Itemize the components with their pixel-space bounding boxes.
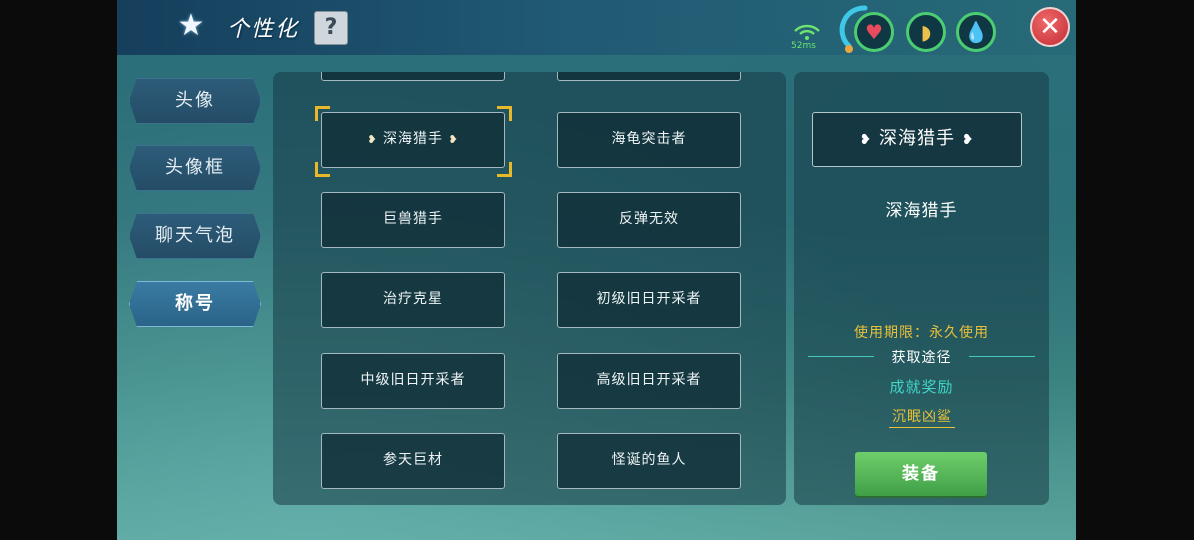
wing-right-icon: ❥ <box>961 132 975 148</box>
heart-icon[interactable]: ♥ <box>854 12 894 52</box>
game-screen: ★ 个性化 ? 52ms ♥ ◗ 💧 ✕ 头像 头像框 聊天气泡 称号 ❥ 深海… <box>117 0 1076 540</box>
title-name: 深海猎手 <box>885 201 958 221</box>
wing-left-icon: ❥ <box>367 133 378 146</box>
title-preview-label: 深海猎手 <box>879 128 955 149</box>
right-letterbox <box>1076 0 1194 540</box>
tab-title[interactable]: 称号 <box>129 281 261 327</box>
source-label: 获取途径 <box>891 350 952 366</box>
title-item[interactable]: 治疗克星 <box>321 272 505 328</box>
wing-right-icon: ❥ <box>448 133 459 146</box>
title-item-label: 深海猎手 <box>383 131 443 147</box>
title-item[interactable]: 海龟突击者 <box>557 112 741 168</box>
title-item-partial[interactable] <box>557 72 741 81</box>
food-icon[interactable]: ◗ <box>906 12 946 52</box>
star-icon: ★ <box>177 7 205 43</box>
title-item[interactable]: 参天巨材 <box>321 433 505 489</box>
page-title: 个性化 <box>227 17 300 42</box>
help-button[interactable]: ? <box>314 11 348 45</box>
selection-corner <box>315 162 330 177</box>
ping-readout: 52ms <box>791 41 816 51</box>
title-item[interactable]: 中级旧日开采者 <box>321 353 505 409</box>
wifi-icon <box>794 24 820 40</box>
title-item[interactable]: 初级旧日开采者 <box>557 272 741 328</box>
close-button[interactable]: ✕ <box>1030 7 1070 47</box>
title-item-partial[interactable] <box>321 72 505 81</box>
tab-chat-bubble[interactable]: 聊天气泡 <box>129 213 261 259</box>
title-item[interactable]: 怪诞的鱼人 <box>557 433 741 489</box>
selection-corner <box>497 162 512 177</box>
divider-right <box>969 356 1035 357</box>
title-item[interactable]: 反弹无效 <box>557 192 741 248</box>
title-list-panel[interactable]: ❥ 深海猎手 ❥ 海龟突击者 巨兽猎手 反弹无效 治疗克星 初级旧日开采者 中级… <box>273 72 786 505</box>
title-item-selected[interactable]: ❥ 深海猎手 ❥ <box>321 112 505 168</box>
wing-left-icon: ❥ <box>859 132 873 148</box>
title-preview: ❥ 深海猎手 ❥ <box>812 112 1022 167</box>
source-type: 成就奖励 <box>889 378 954 396</box>
source-link[interactable]: 沉眠凶鲨 <box>889 406 955 428</box>
left-letterbox <box>0 0 117 540</box>
tab-avatar-frame[interactable]: 头像框 <box>129 145 261 191</box>
selection-corner <box>497 106 512 121</box>
title-item[interactable]: 高级旧日开采者 <box>557 353 741 409</box>
tab-avatar[interactable]: 头像 <box>129 78 261 124</box>
selection-corner <box>315 106 330 121</box>
water-drop-icon[interactable]: 💧 <box>956 12 996 52</box>
equip-button[interactable]: 装备 <box>855 452 987 496</box>
title-item[interactable]: 巨兽猎手 <box>321 192 505 248</box>
header-bar: ★ 个性化 ? 52ms ♥ ◗ 💧 ✕ <box>117 0 1076 55</box>
title-detail-panel: ❥ 深海猎手 ❥ 深海猎手 使用期限：永久使用 获取途径 成就奖励 沉眠凶鲨 装… <box>794 72 1049 505</box>
validity-text: 使用期限：永久使用 <box>854 325 989 341</box>
